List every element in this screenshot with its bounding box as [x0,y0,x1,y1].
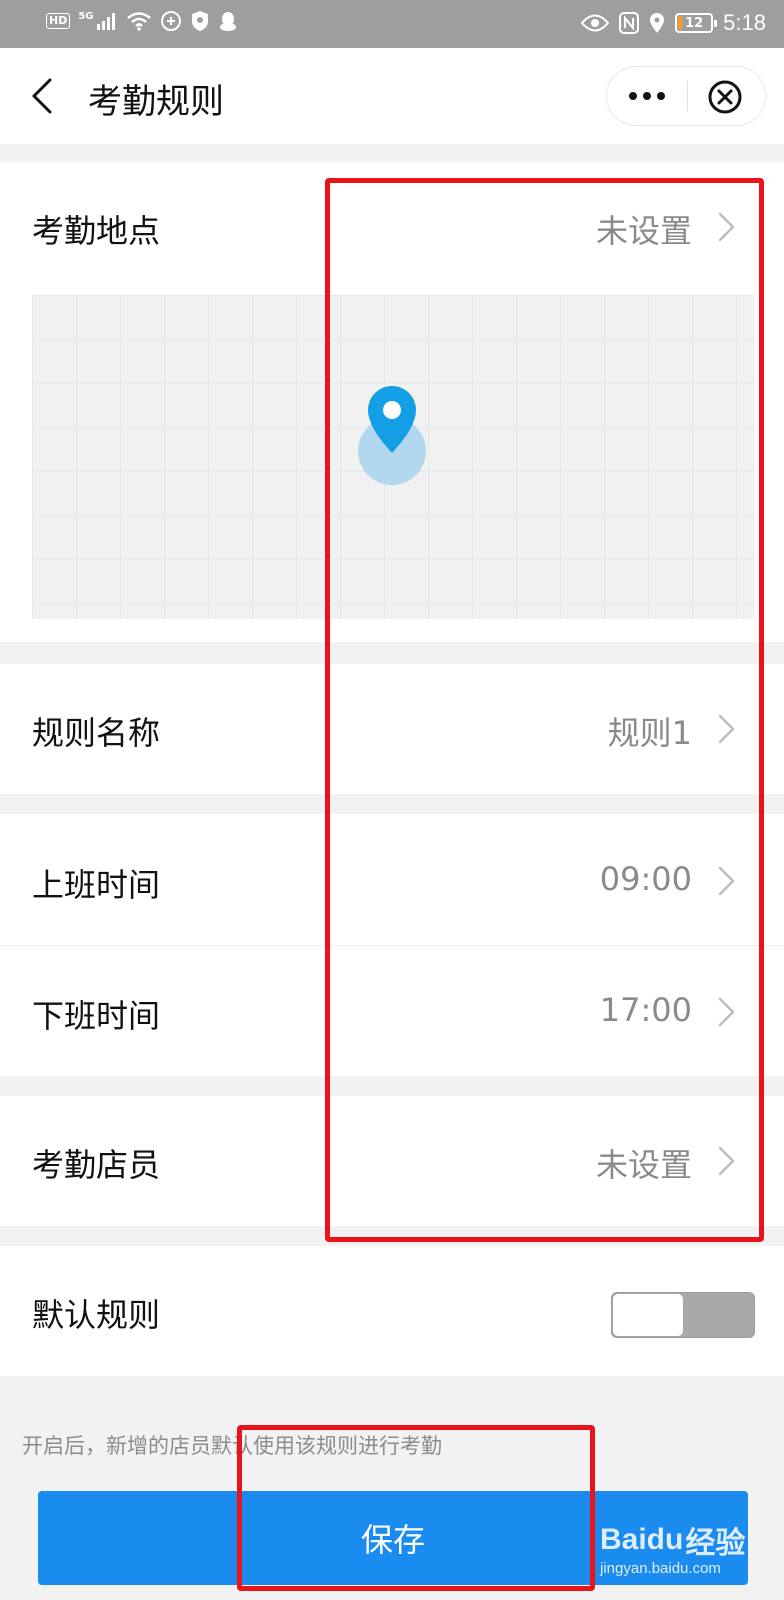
chevron-right-icon [718,997,735,1027]
staff-value: 未设置 [595,1146,692,1184]
map-preview[interactable] [32,295,754,619]
nfc-icon [619,12,640,34]
default-rule-card: 默认规则 [0,1246,784,1376]
watermark-brand-cn: 经验 [685,1527,746,1560]
signal-icon [96,13,115,30]
watermark-brand: Baidu 经验 [600,1518,745,1562]
capsule-divider [687,81,688,111]
rule-name-label: 规则名称 [32,714,161,752]
eye-icon [581,14,610,32]
network-type-label: 5G [78,10,94,22]
status-time: 5:18 [723,10,766,35]
mini-program-capsule [606,66,766,126]
watermark: Baidu 经验 jingyan.baidu.com [600,1518,745,1577]
work-end-value: 17:00 [599,991,692,1029]
qq-icon [219,12,236,31]
chevron-right-icon [718,714,735,744]
data-saver-icon [160,11,181,31]
app-screen: HD 5G 12 5:18 考勤规则 考勤地点 未设置 规则名称 规则1 上班时… [0,0,784,1600]
hd-icon: HD [46,13,71,29]
chevron-right-icon [718,866,735,896]
close-circle-icon[interactable] [705,77,745,117]
wifi-icon [126,12,151,31]
rule-name-value: 规则1 [607,714,692,752]
work-time-card: 上班时间 09:00 下班时间 17:00 [0,814,784,1076]
battery-icon: 12 [675,13,718,33]
staff-card: 考勤店员 未设置 [0,1096,784,1226]
location-icon [650,13,665,33]
default-rule-toggle[interactable] [611,1292,755,1338]
nav-bar: 考勤规则 [0,48,784,144]
watermark-brand-text: Baidu [600,1523,684,1556]
location-label: 考勤地点 [32,212,161,250]
shield-icon [191,11,208,31]
default-rule-hint: 开启后，新增的店员默认使用该规则进行考勤 [22,1434,442,1458]
status-bar: HD 5G 12 5:18 [0,0,784,48]
status-right: 12 5:18 [581,10,766,36]
watermark-url: jingyan.baidu.com [600,1560,721,1577]
more-dots-icon[interactable] [607,67,687,125]
rule-name-card: 规则名称 规则1 [0,664,784,794]
work-start-label: 上班时间 [32,866,161,904]
default-rule-label: 默认规则 [32,1296,161,1334]
chevron-right-icon [718,1146,735,1176]
chevron-left-icon[interactable] [28,76,60,116]
location-value: 未设置 [595,212,692,250]
chevron-right-icon [718,212,735,242]
battery-fill [678,16,683,30]
map-pin-icon [358,386,426,485]
toggle-knob [613,1294,683,1336]
staff-label: 考勤店员 [32,1146,161,1184]
battery-level: 12 [685,15,704,31]
location-card: 考勤地点 未设置 [0,162,784,642]
status-left: HD 5G [46,10,238,32]
work-end-label: 下班时间 [32,997,161,1035]
page-title: 考勤规则 [88,82,224,122]
work-start-value: 09:00 [599,860,692,898]
